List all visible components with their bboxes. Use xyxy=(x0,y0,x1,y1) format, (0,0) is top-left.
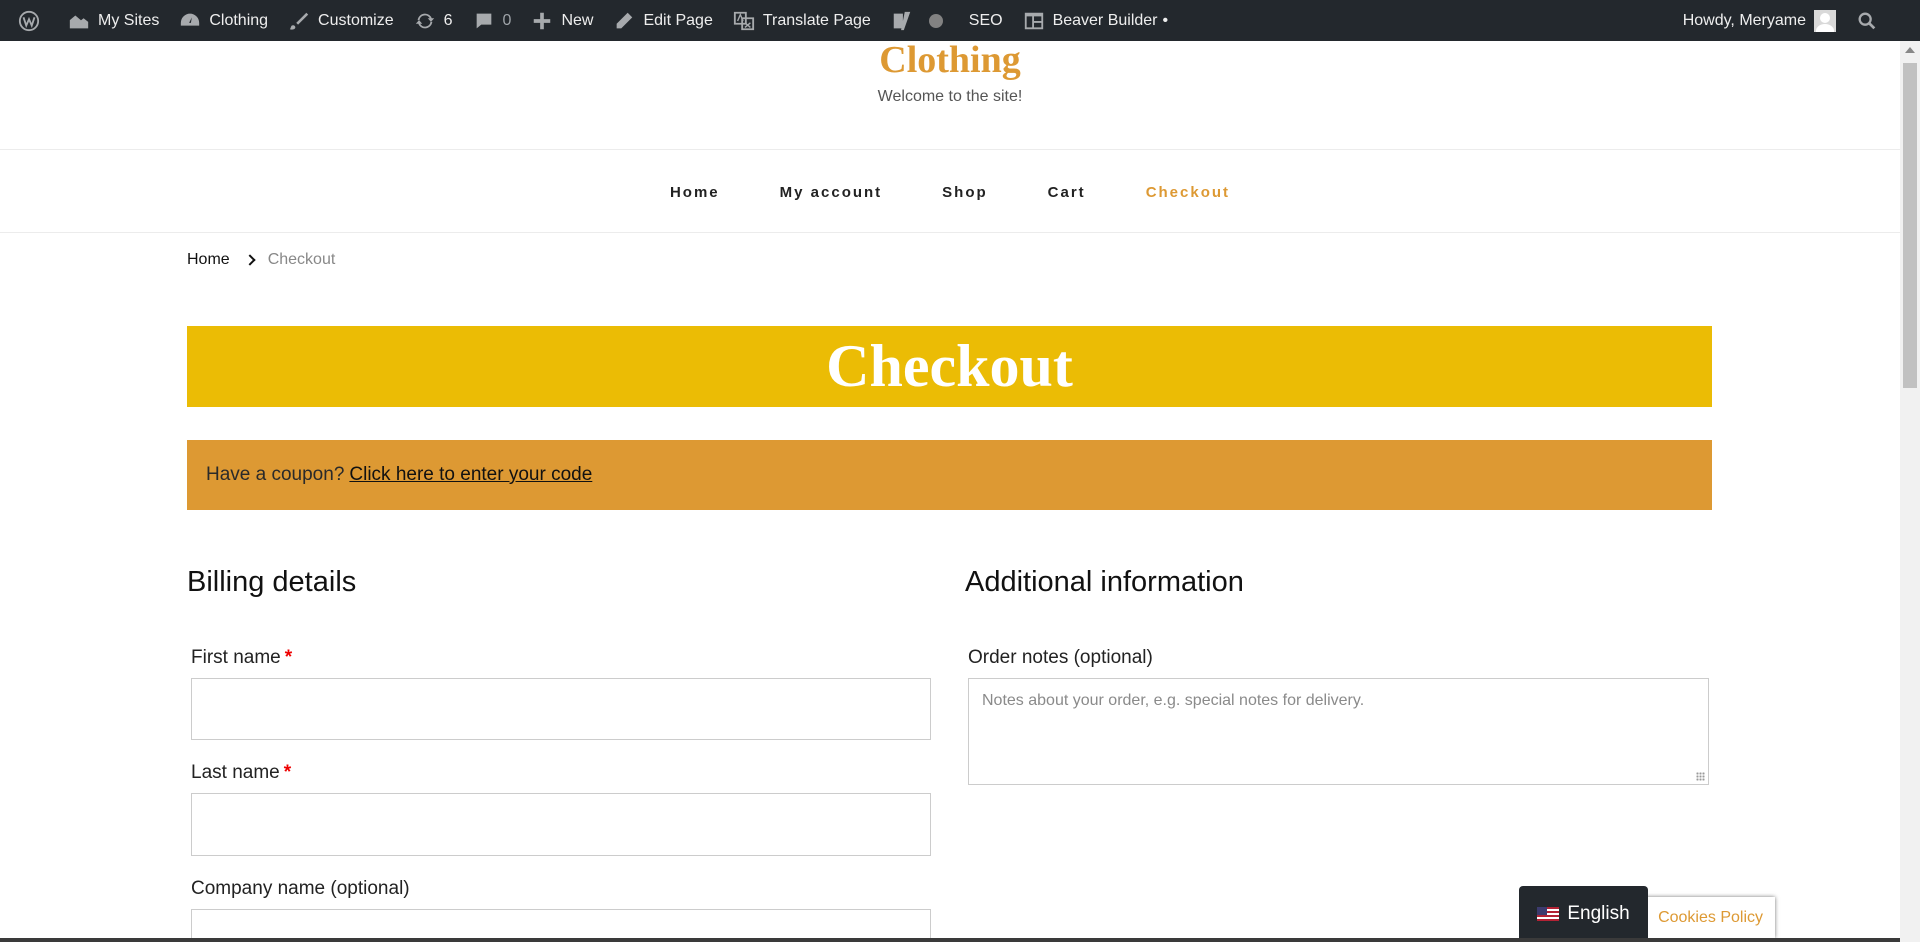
seo-status-icon xyxy=(928,13,943,28)
page-title: Checkout xyxy=(826,333,1073,399)
nav-item-checkout[interactable]: Checkout xyxy=(1116,176,1260,210)
translate-page-link[interactable]: Translate Page xyxy=(723,0,881,41)
page-title-banner: Checkout xyxy=(187,326,1712,407)
customize-link[interactable]: Customize xyxy=(278,0,404,41)
search-icon xyxy=(1858,12,1876,29)
site-tagline: Welcome to the site! xyxy=(877,88,1023,105)
nav-item-cart[interactable]: Cart xyxy=(1018,176,1116,210)
resize-grip-icon[interactable] xyxy=(1696,772,1705,781)
coupon-notice: Have a coupon? Click here to enter your … xyxy=(187,440,1712,510)
breadcrumb: Home Checkout xyxy=(187,251,335,269)
comments-count: 0 xyxy=(502,11,512,29)
pencil-icon xyxy=(617,12,633,28)
coupon-toggle-link[interactable]: Click here to enter your code xyxy=(349,464,592,486)
cookies-policy-label: Cookies Policy xyxy=(1658,908,1763,926)
howdy-label: Howdy, Meryame xyxy=(1682,11,1806,29)
cookies-policy-button[interactable]: Cookies Policy xyxy=(1630,897,1775,938)
translate-icon xyxy=(733,11,754,30)
plus-icon xyxy=(534,12,551,29)
admin-bar-right: Howdy, Meryame xyxy=(1673,0,1920,41)
nav-item-home[interactable]: Home xyxy=(640,176,750,210)
breadcrumb-home[interactable]: Home xyxy=(187,251,230,269)
admin-bar: My Sites Clothing Customize 6 0 New Edit… xyxy=(0,0,1920,41)
my-sites-label: My Sites xyxy=(98,11,160,29)
order-notes-label: Order notes (optional) xyxy=(968,647,1153,668)
breadcrumb-current: Checkout xyxy=(267,251,336,268)
scrollbar-thumb[interactable] xyxy=(1903,63,1917,388)
additional-information-heading: Additional information xyxy=(965,566,1244,598)
updates-link[interactable]: 6 xyxy=(404,0,463,41)
last-name-input[interactable] xyxy=(191,793,931,856)
order-notes-placeholder: Notes about your order, e.g. special not… xyxy=(982,692,1365,709)
nav-divider xyxy=(0,232,1900,233)
page-scrollbar[interactable] xyxy=(1900,41,1920,942)
edit-page-label: Edit Page xyxy=(643,11,713,29)
language-switcher[interactable]: English xyxy=(1519,886,1648,942)
chevron-right-icon xyxy=(244,254,256,266)
updates-count: 6 xyxy=(443,11,453,29)
site-name-label: Clothing xyxy=(209,11,269,29)
edit-page-link[interactable]: Edit Page xyxy=(603,0,722,41)
my-sites-menu[interactable]: My Sites xyxy=(58,0,169,41)
comments-link[interactable]: 0 xyxy=(463,0,522,41)
comment-icon xyxy=(476,13,491,28)
nav-item-my-account[interactable]: My account xyxy=(750,176,913,210)
translate-page-label: Translate Page xyxy=(762,11,871,29)
scroll-up-arrow-icon[interactable] xyxy=(1905,47,1915,53)
beaver-builder-dot: • xyxy=(1162,11,1169,29)
seo-menu[interactable]: SEO xyxy=(881,0,1013,41)
us-flag-icon xyxy=(1537,907,1560,921)
seo-label: SEO xyxy=(968,11,1003,29)
beaver-builder-label: Beaver Builder xyxy=(1052,11,1158,29)
admin-search-button[interactable] xyxy=(1846,0,1886,41)
my-account-menu[interactable]: Howdy, Meryame xyxy=(1673,0,1846,41)
last-name-label: Last name * xyxy=(191,762,291,784)
last-name-label-text: Last name xyxy=(191,762,280,783)
coupon-prompt: Have a coupon? xyxy=(206,464,345,485)
sites-icon xyxy=(69,15,89,28)
company-name-label: Company name (optional) xyxy=(191,878,410,899)
header-divider xyxy=(0,149,1900,150)
new-content-menu[interactable]: New xyxy=(521,0,603,41)
order-notes-textarea[interactable]: Notes about your order, e.g. special not… xyxy=(968,678,1709,785)
first-name-input[interactable] xyxy=(191,678,931,740)
first-name-label: First name * xyxy=(191,647,292,669)
updates-icon xyxy=(415,13,434,28)
billing-details-heading: Billing details xyxy=(187,566,357,598)
first-name-label-text: First name xyxy=(191,647,281,668)
customize-label: Customize xyxy=(318,11,394,29)
language-label: English xyxy=(1567,903,1630,924)
wordpress-icon xyxy=(18,10,40,31)
dashboard-icon xyxy=(181,13,200,26)
required-marker: * xyxy=(283,762,292,783)
paintbrush-icon xyxy=(289,12,309,30)
site-name-menu[interactable]: Clothing xyxy=(169,0,278,41)
beaver-builder-link[interactable]: Beaver Builder • xyxy=(1013,0,1179,41)
bottom-edge xyxy=(0,938,1900,942)
wordpress-logo-button[interactable] xyxy=(8,0,58,41)
nav-item-shop[interactable]: Shop xyxy=(912,176,1018,210)
main-navigation: Home My account Shop Cart Checkout xyxy=(0,176,1900,210)
yoast-icon xyxy=(893,11,911,30)
new-label: New xyxy=(561,11,594,29)
required-marker: * xyxy=(284,647,293,668)
avatar xyxy=(1814,9,1836,32)
admin-bar-left: My Sites Clothing Customize 6 0 New Edit… xyxy=(0,0,1178,41)
builder-icon xyxy=(1024,12,1043,29)
site-title[interactable]: Clothing xyxy=(0,38,1900,82)
